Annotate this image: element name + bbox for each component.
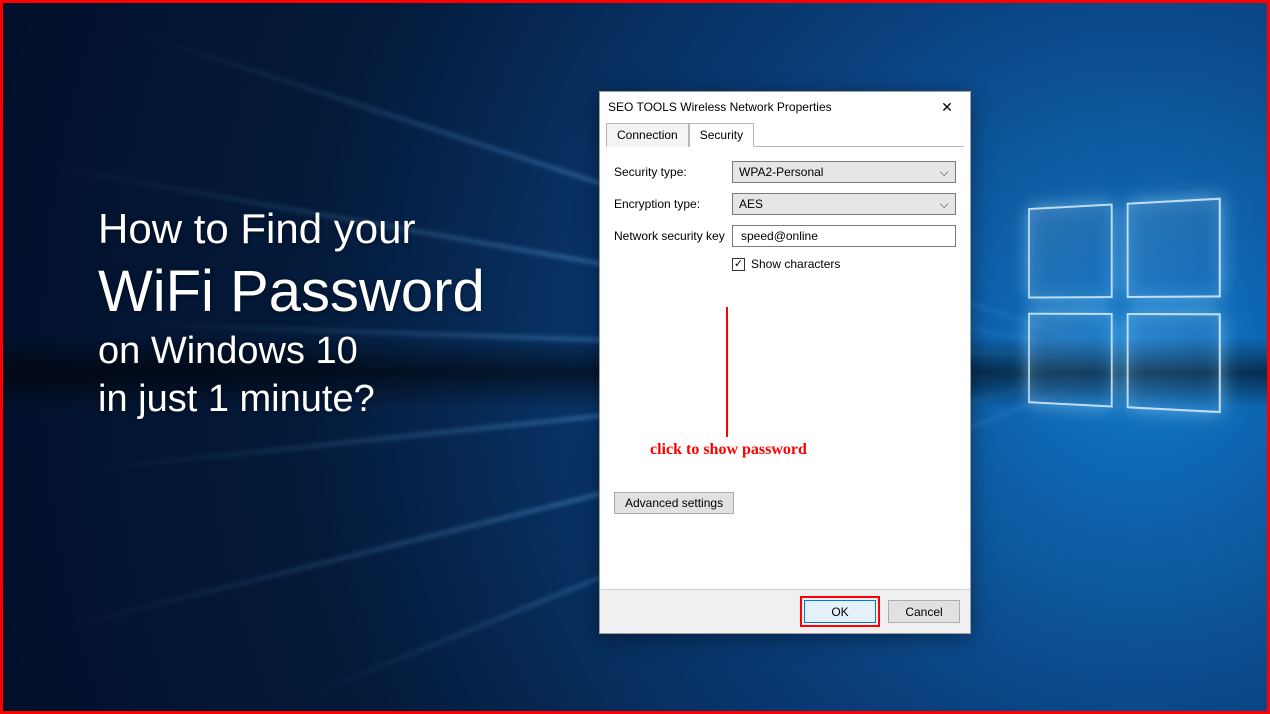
- tab-connection[interactable]: Connection: [606, 123, 689, 147]
- dialog-footer: OK Cancel: [600, 589, 970, 633]
- encryption-type-select[interactable]: AES ⌵: [732, 193, 956, 215]
- tabstrip: Connection Security: [600, 122, 970, 146]
- headline: How to Find your WiFi Password on Window…: [98, 203, 485, 423]
- cancel-button[interactable]: Cancel: [888, 600, 960, 623]
- security-type-label: Security type:: [614, 165, 732, 179]
- check-icon: ✓: [734, 259, 743, 270]
- network-key-field[interactable]: [732, 225, 956, 247]
- close-icon[interactable]: ✕: [932, 97, 962, 117]
- security-panel: Security type: WPA2-Personal ⌵ Encryptio…: [600, 147, 970, 589]
- security-type-value: WPA2-Personal: [739, 165, 823, 179]
- encryption-type-label: Encryption type:: [614, 197, 732, 211]
- show-characters-label: Show characters: [751, 257, 840, 271]
- encryption-type-value: AES: [739, 197, 763, 211]
- ok-button[interactable]: OK: [804, 600, 876, 623]
- headline-line: on Windows 10: [98, 328, 485, 376]
- security-type-select[interactable]: WPA2-Personal ⌵: [732, 161, 956, 183]
- network-key-input[interactable]: [739, 228, 951, 244]
- annotation-line: [726, 307, 728, 437]
- advanced-settings-button[interactable]: Advanced settings: [614, 492, 734, 514]
- tab-security[interactable]: Security: [689, 123, 754, 147]
- headline-line: in just 1 minute?: [98, 376, 485, 424]
- chevron-down-icon: ⌵: [937, 197, 951, 212]
- headline-line: How to Find your: [98, 203, 485, 256]
- headline-line: WiFi Password: [98, 256, 485, 329]
- titlebar[interactable]: SEO TOOLS Wireless Network Properties ✕: [600, 92, 970, 122]
- screenshot-frame: How to Find your WiFi Password on Window…: [0, 0, 1270, 714]
- window-title: SEO TOOLS Wireless Network Properties: [608, 100, 832, 114]
- ok-highlight: OK: [800, 596, 880, 627]
- chevron-down-icon: ⌵: [937, 165, 951, 180]
- network-properties-dialog: SEO TOOLS Wireless Network Properties ✕ …: [599, 91, 971, 634]
- network-key-label: Network security key: [614, 229, 732, 243]
- show-characters-checkbox[interactable]: ✓: [732, 258, 745, 271]
- windows-logo-icon: [1028, 197, 1226, 418]
- annotation-text: click to show password: [650, 441, 807, 459]
